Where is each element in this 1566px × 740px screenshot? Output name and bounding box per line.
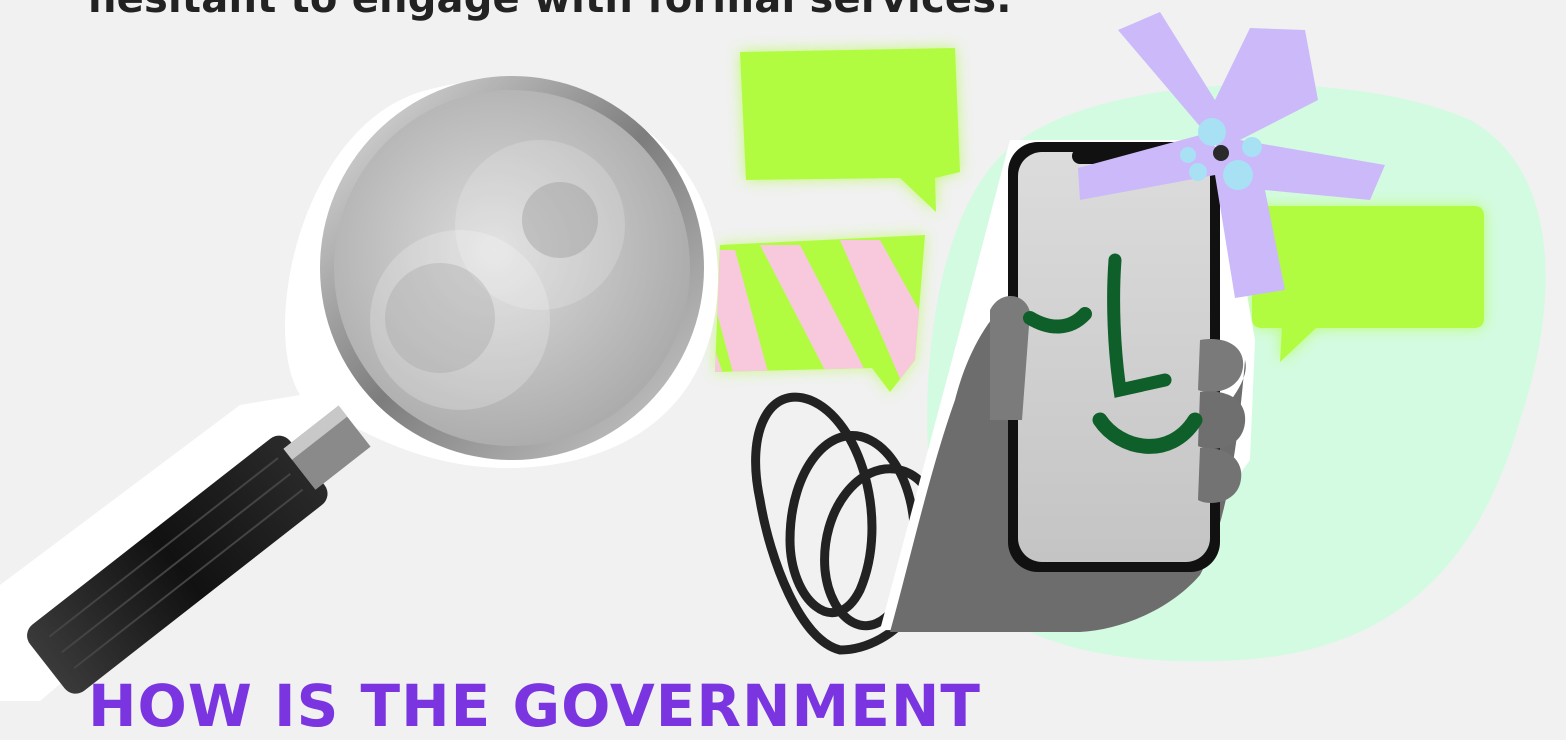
speech-bubble-striped-icon (715, 235, 925, 392)
speech-bubble-top-icon (740, 48, 960, 212)
magnifying-glass-icon (0, 76, 719, 701)
collage-illustration (0, 12, 1546, 701)
section-heading: HOW IS THE GOVERNMENT (88, 672, 981, 740)
